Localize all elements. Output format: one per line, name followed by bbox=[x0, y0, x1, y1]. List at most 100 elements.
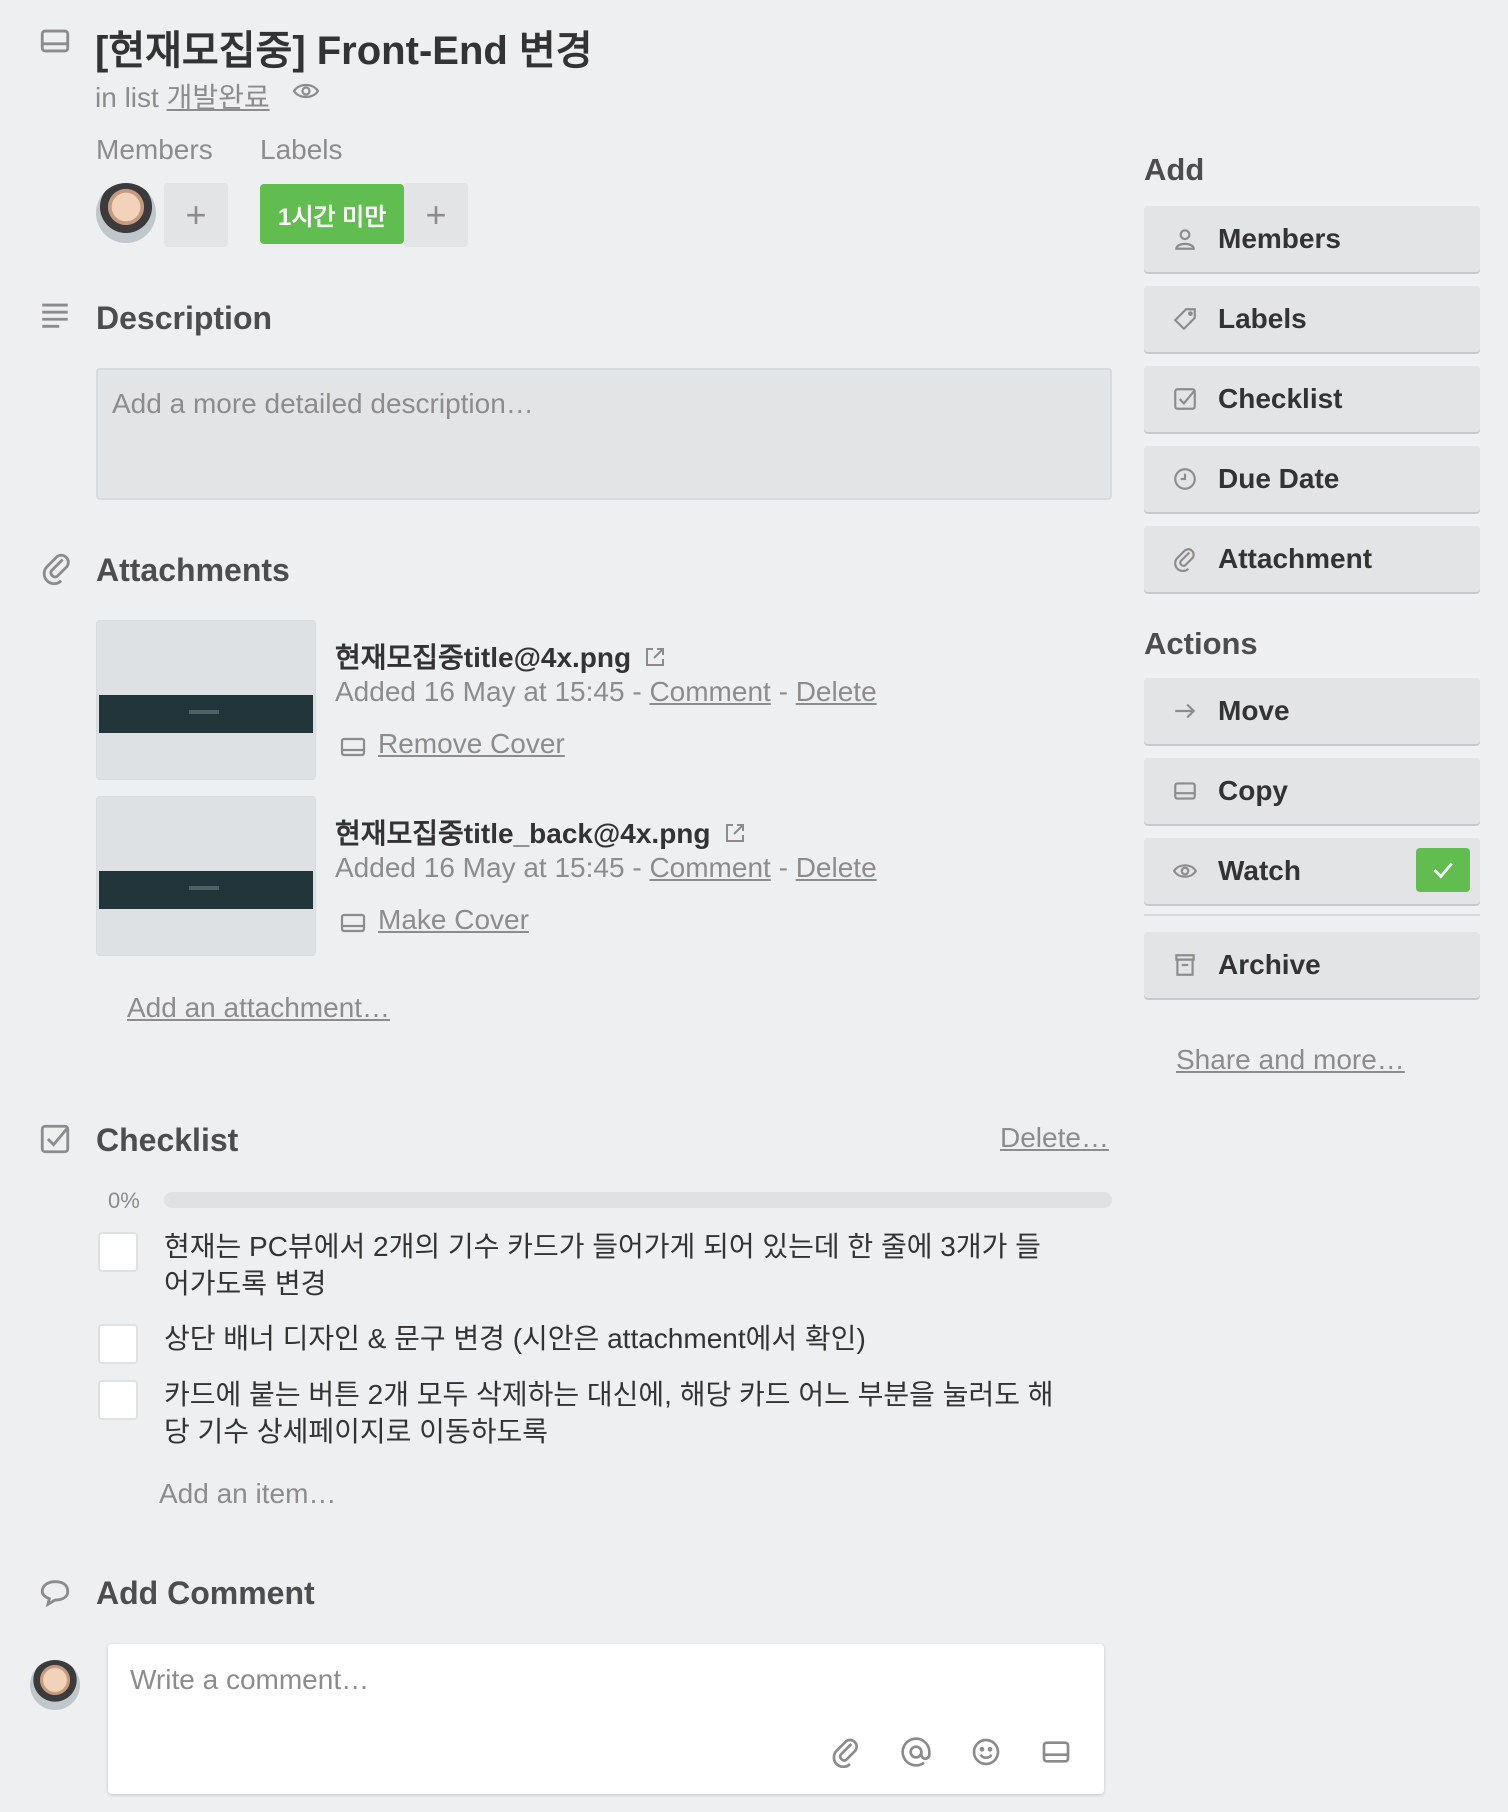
checklist-icon bbox=[38, 1122, 72, 1156]
card-cover-icon bbox=[340, 733, 366, 757]
add-checklist-label: Checklist bbox=[1218, 383, 1343, 414]
checklist-item-text[interactable]: 상단 배너 디자인 & 문구 변경 (시안은 attachment에서 확인) bbox=[164, 1320, 1054, 1357]
separator: - bbox=[770, 852, 796, 883]
separator: - bbox=[624, 676, 650, 707]
add-comment-heading: Add Comment bbox=[96, 1575, 315, 1611]
emoji-icon[interactable] bbox=[970, 1736, 1002, 1768]
paperclip-icon bbox=[40, 551, 74, 586]
tag-icon bbox=[1172, 306, 1198, 332]
separator: - bbox=[624, 852, 650, 883]
clock-icon bbox=[1172, 466, 1198, 492]
card-cover-icon bbox=[340, 909, 366, 933]
comment-input[interactable]: Write a comment… bbox=[108, 1644, 1104, 1794]
label-chip[interactable]: 1시간 미만 bbox=[260, 184, 405, 244]
eye-icon bbox=[1172, 858, 1198, 884]
add-attachment-button[interactable]: Attachment bbox=[1144, 526, 1480, 592]
archive-label: Archive bbox=[1218, 949, 1321, 980]
attachment-name[interactable]: 현재모집중title_back@4x.png bbox=[335, 812, 747, 852]
plus-icon: + bbox=[425, 194, 447, 235]
attachment-thumbnail[interactable] bbox=[96, 796, 316, 956]
checklist-item-checkbox[interactable] bbox=[98, 1324, 138, 1364]
add-label-button[interactable]: + bbox=[404, 183, 468, 247]
checklist-icon bbox=[1172, 386, 1198, 412]
checklist-item-text[interactable]: 카드에 붙는 버튼 2개 모두 삭제하는 대신에, 해당 카드 어느 부분을 눌… bbox=[164, 1376, 1054, 1450]
separator: - bbox=[770, 676, 796, 707]
checklist-percent: 0% bbox=[108, 1188, 140, 1213]
comment-placeholder[interactable]: Write a comment… bbox=[130, 1664, 369, 1696]
list-name-link[interactable]: 개발완료 bbox=[167, 82, 270, 113]
attachments-heading: Attachments bbox=[96, 552, 290, 588]
checklist-item[interactable]: 카드에 붙는 버튼 2개 모두 삭제하는 대신에, 해당 카드 어느 부분을 눌… bbox=[98, 1376, 1054, 1450]
add-due-date-label: Due Date bbox=[1218, 463, 1340, 494]
add-checklist-item[interactable]: Add an item… bbox=[159, 1478, 336, 1510]
attachment-name[interactable]: 현재모집중title@4x.png bbox=[335, 636, 667, 676]
attachment-delete-link[interactable]: Delete bbox=[796, 676, 877, 707]
add-members-button[interactable]: Members bbox=[1144, 206, 1480, 272]
checklist-item-checkbox[interactable] bbox=[98, 1232, 138, 1272]
card-icon[interactable] bbox=[1040, 1736, 1072, 1768]
card-icon bbox=[1172, 778, 1198, 804]
checklist-item-text[interactable]: 현재는 PC뷰에서 2개의 기수 카드가 들어가게 되어 있는데 한 줄에 3개… bbox=[164, 1228, 1054, 1302]
attachment-added: Added 16 May at 15:45 bbox=[335, 852, 625, 883]
in-list-prefix: in list bbox=[95, 82, 167, 113]
watch-checkmark-icon bbox=[1416, 848, 1470, 892]
checklist-delete-link[interactable]: Delete… bbox=[1000, 1122, 1109, 1154]
copy-button[interactable]: Copy bbox=[1144, 758, 1480, 824]
move-label: Move bbox=[1218, 695, 1290, 726]
checklist-item[interactable]: 현재는 PC뷰에서 2개의 기수 카드가 들어가게 되어 있는데 한 줄에 3개… bbox=[98, 1228, 1054, 1302]
attachment-comment-link[interactable]: Comment bbox=[649, 676, 770, 707]
card-icon bbox=[38, 24, 72, 58]
attachment-added: Added 16 May at 15:45 bbox=[335, 676, 625, 707]
comment-icon bbox=[38, 1576, 72, 1610]
share-and-more-link[interactable]: Share and more… bbox=[1176, 1044, 1405, 1076]
member-avatar[interactable] bbox=[96, 183, 156, 243]
description-icon bbox=[38, 298, 72, 332]
attachment-meta: Added 16 May at 15:45 - Comment - Delete bbox=[335, 852, 877, 884]
external-link-icon[interactable] bbox=[643, 644, 667, 668]
card-title[interactable]: [현재모집중] Front-End 변경 bbox=[95, 18, 593, 76]
labels-label: Labels bbox=[260, 134, 343, 165]
attachment-comment-link[interactable]: Comment bbox=[649, 852, 770, 883]
sidebar-divider bbox=[1144, 914, 1480, 916]
external-link-icon[interactable] bbox=[723, 820, 747, 844]
remove-cover-link[interactable]: Remove Cover bbox=[378, 728, 565, 760]
current-user-avatar[interactable] bbox=[30, 1660, 80, 1710]
add-labels-button[interactable]: Labels bbox=[1144, 286, 1480, 352]
attachment-filename[interactable]: 현재모집중title@4x.png bbox=[335, 636, 631, 676]
remove-cover-action[interactable]: Remove Cover bbox=[340, 728, 565, 760]
checklist-item-checkbox[interactable] bbox=[98, 1380, 138, 1420]
checklist-heading[interactable]: Checklist bbox=[96, 1122, 238, 1159]
add-heading: Add bbox=[1144, 152, 1205, 187]
attachment-delete-link[interactable]: Delete bbox=[796, 852, 877, 883]
copy-label: Copy bbox=[1218, 775, 1288, 806]
members-label: Members bbox=[96, 134, 213, 165]
add-checklist-button[interactable]: Checklist bbox=[1144, 366, 1480, 432]
paperclip-icon bbox=[1172, 546, 1198, 573]
arrow-right-icon bbox=[1172, 698, 1198, 724]
attachment-meta: Added 16 May at 15:45 - Comment - Delete bbox=[335, 676, 877, 708]
attachment-thumbnail[interactable] bbox=[96, 620, 316, 780]
add-member-button[interactable]: + bbox=[164, 183, 228, 247]
move-button[interactable]: Move bbox=[1144, 678, 1480, 744]
checklist-progress-bar bbox=[164, 1192, 1112, 1208]
watch-label: Watch bbox=[1218, 855, 1301, 886]
watching-eye-icon bbox=[292, 80, 320, 102]
make-cover-action[interactable]: Make Cover bbox=[340, 904, 529, 936]
add-attachment-link[interactable]: Add an attachment… bbox=[127, 992, 390, 1024]
archive-box-icon bbox=[1172, 952, 1198, 978]
at-icon[interactable] bbox=[900, 1736, 932, 1768]
card-list-info: in list 개발완료 bbox=[95, 76, 270, 116]
paperclip-icon[interactable] bbox=[830, 1736, 862, 1769]
make-cover-link[interactable]: Make Cover bbox=[378, 904, 529, 936]
checklist-item[interactable]: 상단 배너 디자인 & 문구 변경 (시안은 attachment에서 확인) bbox=[98, 1320, 1054, 1364]
description-heading: Description bbox=[96, 300, 273, 336]
description-input[interactable]: Add a more detailed description… bbox=[96, 368, 1112, 500]
archive-button[interactable]: Archive bbox=[1144, 932, 1480, 998]
watch-button[interactable]: Watch bbox=[1144, 838, 1480, 904]
attachment-filename[interactable]: 현재모집중title_back@4x.png bbox=[335, 812, 711, 852]
actions-heading: Actions bbox=[1144, 626, 1258, 661]
add-members-label: Members bbox=[1218, 223, 1341, 254]
add-due-date-button[interactable]: Due Date bbox=[1144, 446, 1480, 512]
add-attachment-label: Attachment bbox=[1218, 543, 1373, 574]
plus-icon: + bbox=[185, 194, 207, 235]
